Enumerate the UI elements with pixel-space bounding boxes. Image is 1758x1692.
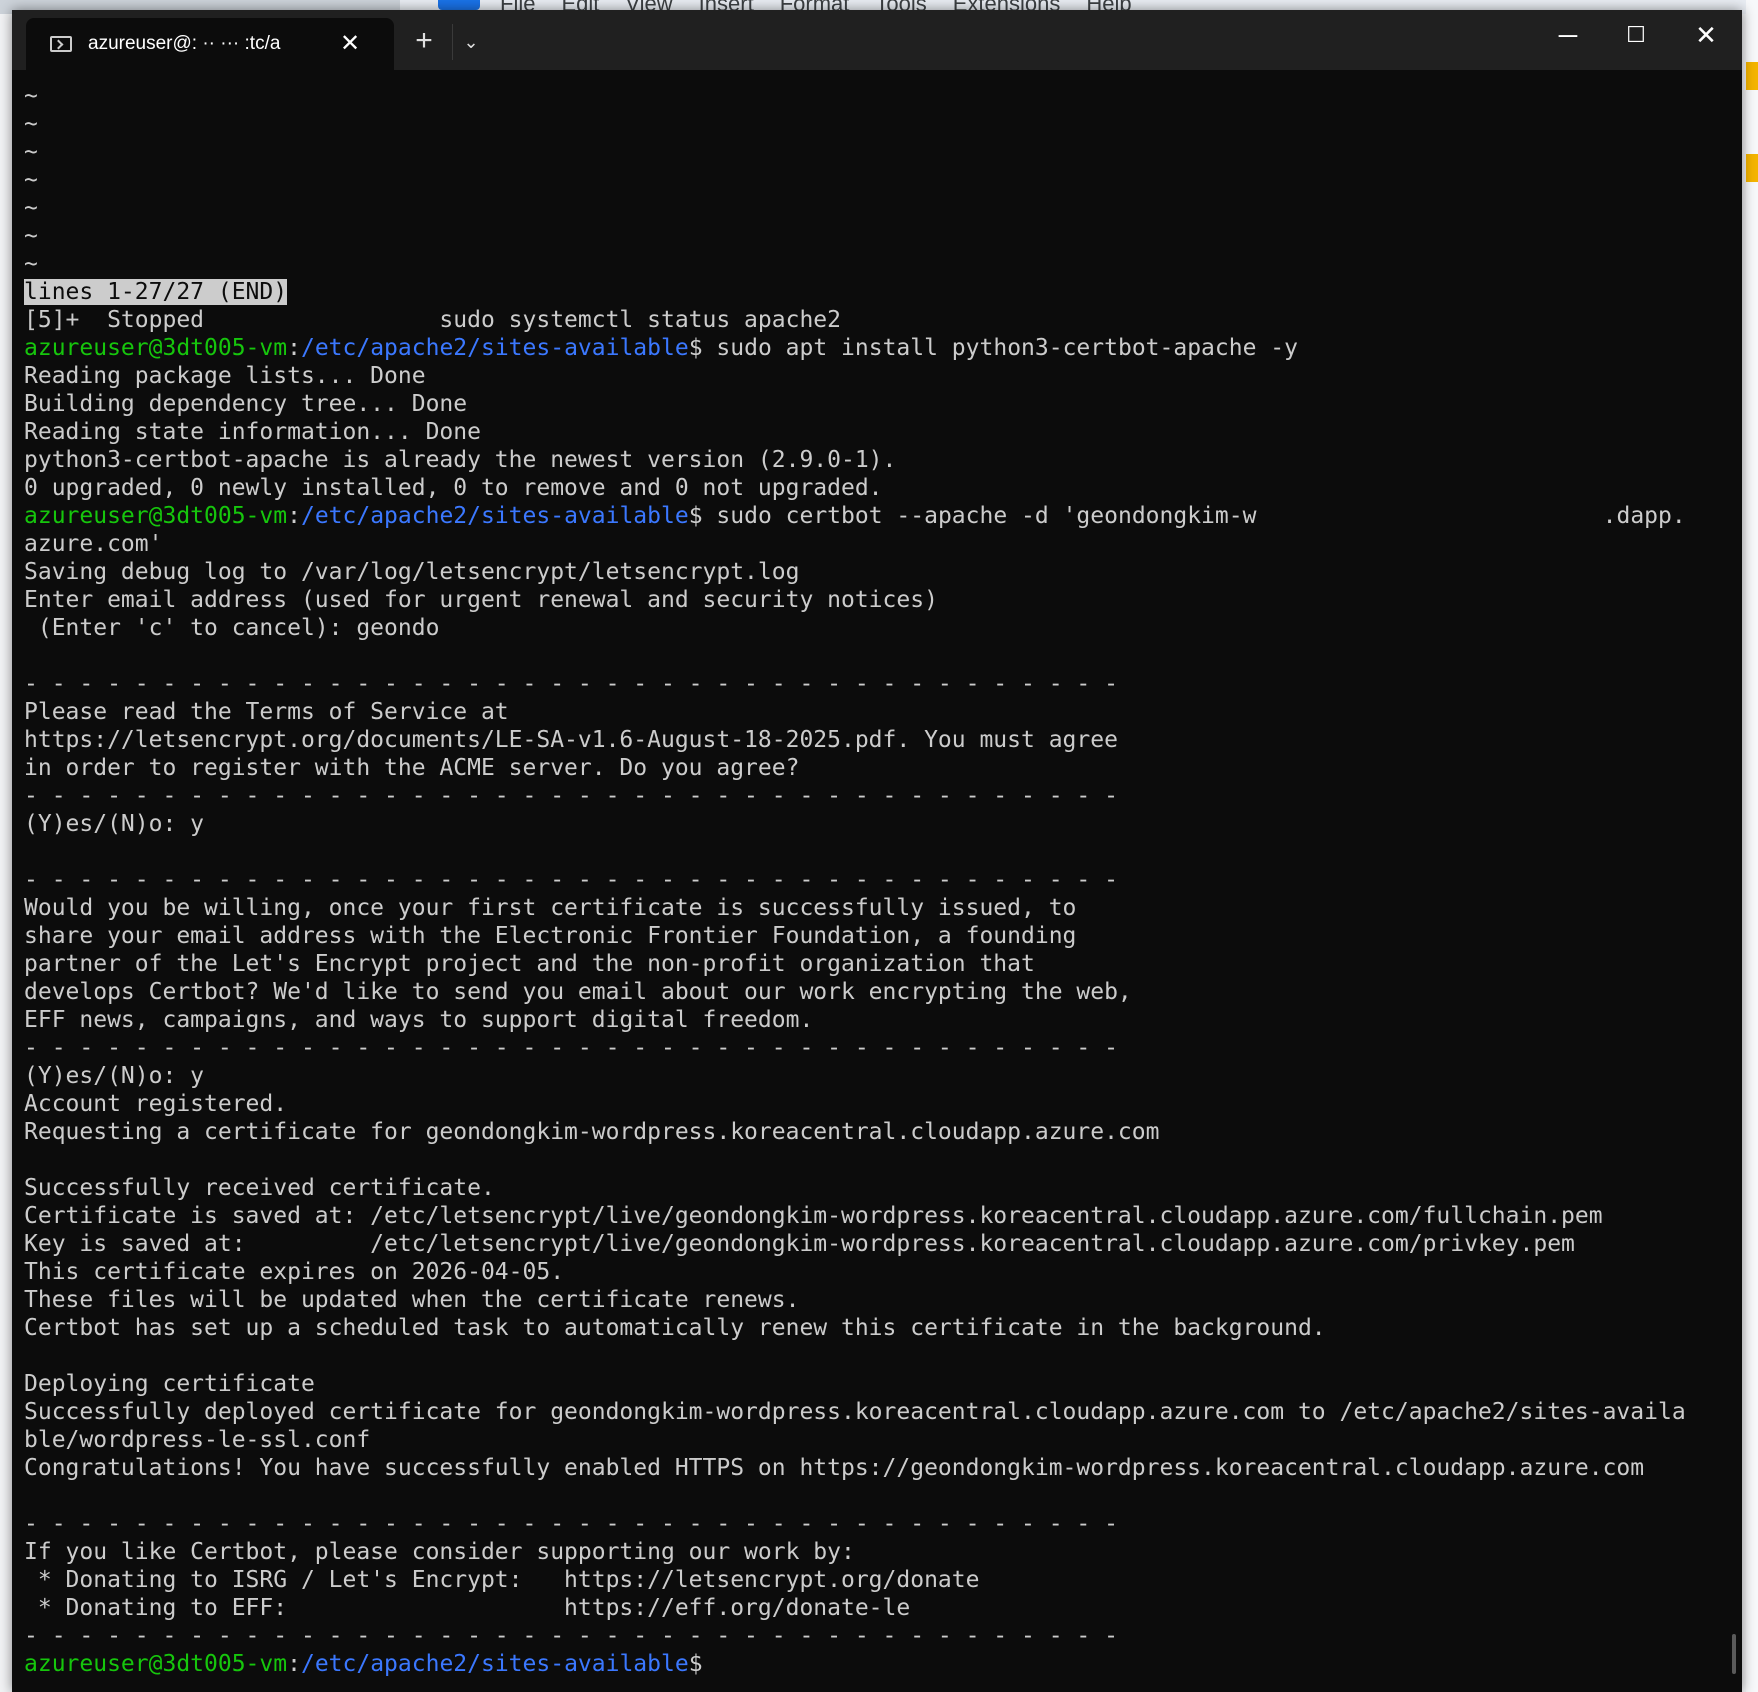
tilde-line: ~ bbox=[24, 251, 38, 277]
divider-line: - - - - - - - - - - - - - - - - - - - - … bbox=[24, 783, 1118, 809]
tilde-line: ~ bbox=[24, 139, 38, 165]
close-window-button[interactable]: ✕ bbox=[1672, 10, 1740, 60]
output-line: Would you be willing, once your first ce… bbox=[24, 895, 1077, 921]
output-line: Reading package lists... Done bbox=[24, 363, 426, 389]
divider-line: - - - - - - - - - - - - - - - - - - - - … bbox=[24, 1511, 1118, 1537]
output-line: Saving debug log to /var/log/letsencrypt… bbox=[24, 559, 800, 585]
output-line: * Donating to EFF: https://eff.org/donat… bbox=[24, 1595, 911, 1621]
close-tab-icon[interactable]: ✕ bbox=[340, 32, 360, 56]
background-app-side-tab bbox=[1746, 62, 1758, 90]
less-status-line: lines 1-27/27 (END) bbox=[24, 278, 1742, 306]
tilde-line: ~ bbox=[24, 83, 38, 109]
prompt-line: azureuser@3dt005-vm:/etc/apache2/sites-a… bbox=[24, 502, 1742, 530]
output-line: Reading state information... Done bbox=[24, 419, 481, 445]
prompt-separator: : bbox=[287, 503, 301, 529]
output-line: (Enter 'c' to cancel): geondo bbox=[24, 615, 440, 641]
prompt-user-host: azureuser@3dt005-vm bbox=[24, 1651, 288, 1677]
output-line: * Donating to ISRG / Let's Encrypt: http… bbox=[24, 1567, 980, 1593]
divider-line: - - - - - - - - - - - - - - - - - - - - … bbox=[24, 671, 1118, 697]
output-line: Requesting a certificate for geondongkim… bbox=[24, 1119, 1160, 1145]
background-app-side-tab bbox=[1746, 154, 1758, 182]
divider-line: - - - - - - - - - - - - - - - - - - - - … bbox=[24, 1623, 1118, 1649]
tilde-line: ~ bbox=[24, 167, 38, 193]
terminal-window: azureuser@: ·· ··· :tc/a ✕ + ⌄ ─ ☐ ✕ ~ ~… bbox=[12, 10, 1742, 1692]
background-app-right-edge bbox=[1746, 0, 1758, 1692]
output-line: Certbot has set up a scheduled task to a… bbox=[24, 1315, 1326, 1341]
output-line: (Y)es/(N)o: y bbox=[24, 1063, 205, 1089]
scrollbar-thumb[interactable] bbox=[1732, 1634, 1736, 1674]
prompt-user-host: azureuser@3dt005-vm bbox=[24, 335, 288, 361]
output-line: Enter email address (used for urgent ren… bbox=[24, 587, 938, 613]
divider-line: - - - - - - - - - - - - - - - - - - - - … bbox=[24, 867, 1118, 893]
prompt-path: /etc/apache2/sites-available bbox=[300, 503, 689, 529]
tilde-line: ~ bbox=[24, 195, 38, 221]
prompt-separator: : bbox=[287, 335, 301, 361]
prompt-dollar: $ bbox=[688, 1651, 703, 1677]
output-line: develops Certbot? We'd like to send you … bbox=[24, 979, 1132, 1005]
command-text: sudo apt install python3-certbot-apache … bbox=[702, 335, 1298, 361]
new-tab-button[interactable]: + bbox=[406, 24, 442, 60]
prompt-path: /etc/apache2/sites-available bbox=[300, 1651, 689, 1677]
terminal-icon bbox=[50, 36, 72, 52]
command-text: sudo certbot --apache -d 'geondongkim-w … bbox=[702, 503, 1686, 529]
output-line: Certificate is saved at: /etc/letsencryp… bbox=[24, 1203, 1603, 1229]
command-wrap-line: azure.com' bbox=[24, 531, 163, 557]
prompt-path: /etc/apache2/sites-available bbox=[300, 335, 689, 361]
output-line: Successfully received certificate. bbox=[24, 1175, 495, 1201]
prompt-dollar: $ bbox=[688, 503, 703, 529]
output-line: EFF news, campaigns, and ways to support… bbox=[24, 1007, 814, 1033]
tilde-line: ~ bbox=[24, 223, 38, 249]
output-line: 0 upgraded, 0 newly installed, 0 to remo… bbox=[24, 475, 883, 501]
output-line: partner of the Let's Encrypt project and… bbox=[24, 951, 1035, 977]
output-line: in order to register with the ACME serve… bbox=[24, 755, 800, 781]
output-line: Key is saved at: /etc/letsencrypt/live/g… bbox=[24, 1231, 1575, 1257]
terminal-output[interactable]: ~ ~ ~ ~ ~ ~ ~ lines 1-27/27 (END) [5]+ S… bbox=[12, 70, 1742, 1692]
terminal-tab[interactable]: azureuser@: ·· ··· :tc/a ✕ bbox=[26, 18, 394, 70]
output-line: python3-certbot-apache is already the ne… bbox=[24, 447, 897, 473]
output-line: If you like Certbot, please consider sup… bbox=[24, 1539, 855, 1565]
prompt-user-host: azureuser@3dt005-vm bbox=[24, 503, 288, 529]
divider-line: - - - - - - - - - - - - - - - - - - - - … bbox=[24, 1035, 1118, 1061]
output-line: Congratulations! You have successfully e… bbox=[24, 1455, 1645, 1481]
output-line: ble/wordpress-le-ssl.conf bbox=[24, 1427, 371, 1453]
output-line: These files will be updated when the cer… bbox=[24, 1287, 800, 1313]
output-line: Deploying certificate bbox=[24, 1371, 315, 1397]
output-line: Please read the Terms of Service at bbox=[24, 699, 509, 725]
tab-title: azureuser@: ·· ··· :tc/a bbox=[88, 33, 281, 54]
maximize-button[interactable]: ☐ bbox=[1602, 10, 1670, 60]
prompt-separator: : bbox=[287, 1651, 301, 1677]
minimize-button[interactable]: ─ bbox=[1534, 10, 1602, 60]
tilde-line: ~ bbox=[24, 111, 38, 137]
output-line: Account registered. bbox=[24, 1091, 288, 1117]
background-app-button[interactable] bbox=[438, 0, 480, 10]
title-bar[interactable]: azureuser@: ·· ··· :tc/a ✕ + ⌄ ─ ☐ ✕ bbox=[12, 10, 1742, 70]
output-line: https://letsencrypt.org/documents/LE-SA-… bbox=[24, 727, 1118, 753]
prompt-line[interactable]: azureuser@3dt005-vm:/etc/apache2/sites-a… bbox=[24, 1650, 1742, 1678]
job-stopped-line: [5]+ Stopped sudo systemctl status apach… bbox=[24, 307, 841, 333]
output-line: Successfully deployed certificate for ge… bbox=[24, 1399, 1686, 1425]
less-status: lines 1-27/27 (END) bbox=[24, 279, 288, 305]
output-line: (Y)es/(N)o: y bbox=[24, 811, 205, 837]
output-line: share your email address with the Electr… bbox=[24, 923, 1077, 949]
output-line: Building dependency tree... Done bbox=[24, 391, 468, 417]
prompt-dollar: $ bbox=[688, 335, 703, 361]
output-line: This certificate expires on 2026-04-05. bbox=[24, 1259, 565, 1285]
prompt-line: azureuser@3dt005-vm:/etc/apache2/sites-a… bbox=[24, 334, 1742, 362]
tab-dropdown-button[interactable]: ⌄ bbox=[452, 24, 489, 60]
